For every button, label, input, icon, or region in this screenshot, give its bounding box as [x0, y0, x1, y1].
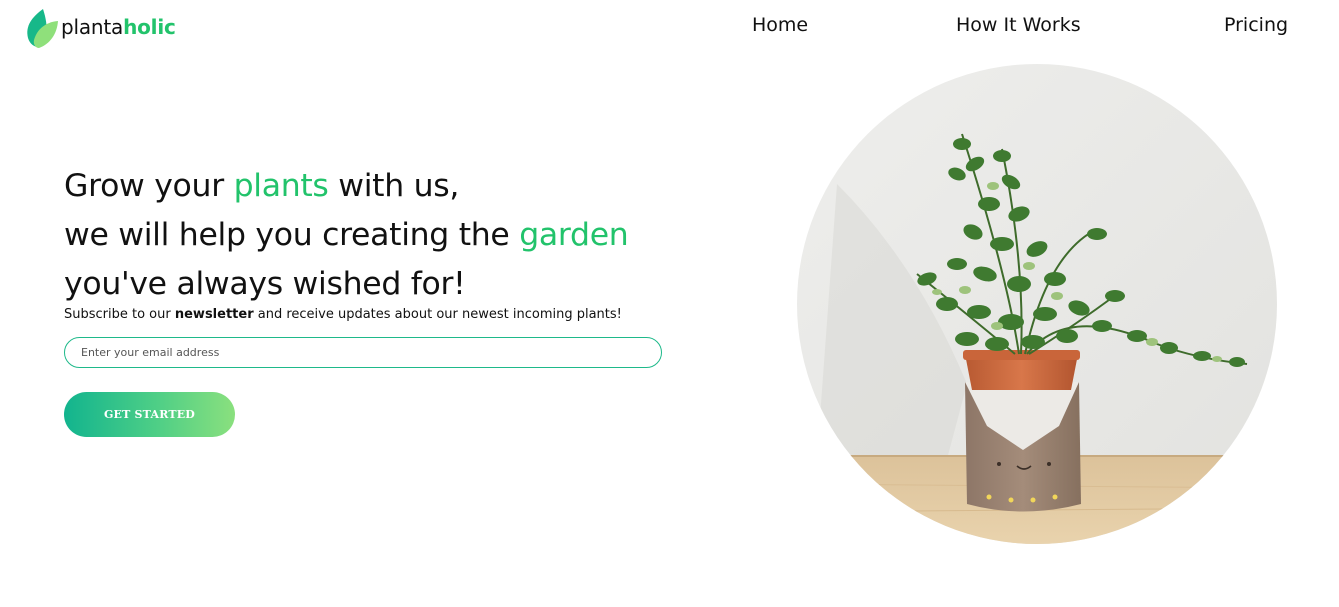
email-input[interactable]: [64, 337, 662, 368]
landing-page: plantaholic Home How It Works Pricing Gr…: [0, 0, 1339, 607]
hero-line-3: you've always wished for!: [64, 266, 466, 302]
nav-how-it-works-link[interactable]: How It Works: [956, 14, 1081, 36]
get-started-button[interactable]: GET STARTED: [64, 392, 235, 437]
hero-line-2: we will help you creating the garden: [64, 211, 684, 260]
brand-name: plantaholic: [61, 15, 176, 39]
subscribe-text: Subscribe to our newsletter and receive …: [64, 307, 622, 322]
hero-line-1-suffix: with us,: [328, 168, 460, 204]
subscribe-prefix: Subscribe to our: [64, 307, 175, 322]
plant-photo: [797, 64, 1277, 544]
hero-line-1: Grow your plants with us,: [64, 162, 684, 211]
hero-headline: Grow your plants with us, we will help y…: [64, 162, 684, 309]
nav-pricing-link[interactable]: Pricing: [1224, 14, 1288, 36]
nav-home-link[interactable]: Home: [752, 14, 808, 36]
plant-illustration: [797, 64, 1277, 544]
subscribe-newsletter: newsletter: [174, 307, 254, 322]
brand-logo[interactable]: plantaholic: [24, 7, 176, 49]
hero-accent-plants: plants: [233, 168, 329, 204]
subscribe-suffix: and receive updates about our newest inc…: [253, 307, 622, 322]
hero-line-2-prefix: we will help you creating the: [64, 217, 520, 253]
hero-accent-garden: garden: [519, 217, 629, 253]
leaf-icon: [27, 9, 58, 48]
hero-line-1-prefix: Grow your: [64, 168, 234, 204]
brand-name-part2: holic: [123, 14, 176, 39]
brand-name-part1: planta: [61, 14, 124, 39]
